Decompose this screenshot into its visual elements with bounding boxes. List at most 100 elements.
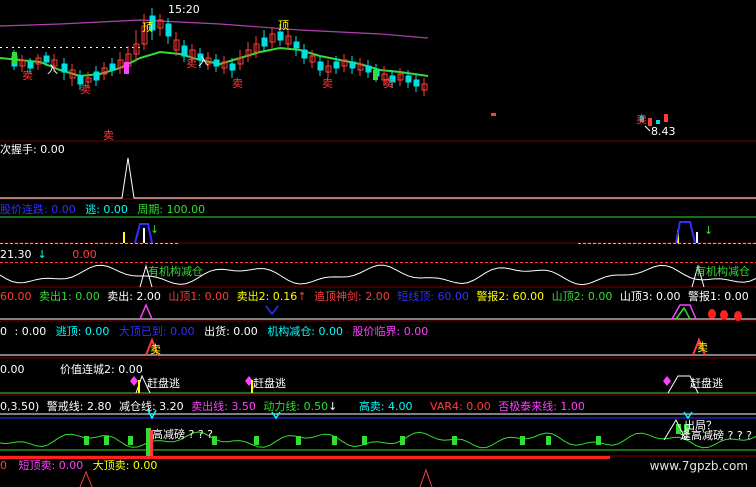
pane3-dotted [650, 262, 653, 263]
pane4-item: 卖出1: 0.00 [39, 290, 100, 303]
pane3-dotted [270, 262, 273, 263]
pane5-item: 股价临界: 0.00 [352, 325, 429, 338]
pane2-dotted [80, 243, 83, 244]
sell-mark: 卖 [322, 77, 333, 90]
pane2-dotted [40, 243, 43, 244]
pane3-dotted [660, 262, 663, 263]
candle-body [277, 31, 284, 41]
pane8-item: 短顶卖: 0.00 [18, 459, 84, 472]
dotted-line [78, 47, 80, 48]
pane3-dotted [720, 262, 723, 263]
pane2-dotted [723, 243, 726, 244]
pane7-item: 减仓线: 3.20 [118, 400, 184, 413]
pane3-dotted [280, 262, 283, 263]
pane3-dotted [520, 262, 523, 263]
pane3-value-b: 0.00 [72, 248, 97, 261]
pane3-dotted [465, 262, 468, 263]
pane3-dotted [445, 262, 448, 263]
chart-canvas[interactable]: ↓ ↓ [0, 0, 756, 487]
dotted-line [84, 47, 86, 48]
pane2-dotted [673, 243, 676, 244]
watermark: www.7gpzb.com [649, 459, 748, 473]
pane4-dot [720, 310, 728, 320]
pane7-bar [596, 436, 601, 445]
pane3-dotted [515, 262, 518, 263]
pane2-item: 逃: 0.00 [85, 203, 128, 216]
pane3-dotted [440, 262, 443, 263]
pane3-dotted [300, 262, 303, 263]
dotted-line [72, 47, 74, 48]
pane2-dotted [668, 243, 671, 244]
pane3-dotted [470, 262, 473, 263]
dotted-line [42, 47, 44, 48]
pane2-dotted [593, 243, 596, 244]
pane2-dotted [603, 243, 606, 244]
pane2-dotted [130, 243, 133, 244]
pane2-dotted [678, 243, 681, 244]
pane3-dotted [150, 262, 153, 263]
dotted-line [24, 47, 26, 48]
escape-tag: 赶盘逃 [253, 377, 286, 390]
pane3-dotted [35, 262, 38, 263]
pane7-bar [128, 436, 133, 445]
pane3-dotted [215, 262, 218, 263]
candle-body [181, 45, 188, 57]
pane2-dotted [658, 243, 661, 244]
pane3-dotted [370, 262, 373, 263]
pane3-dotted [530, 262, 533, 263]
pane3-dotted [130, 262, 133, 263]
arrow-down-icon: ↓ [704, 224, 713, 237]
pane3-dotted [510, 262, 513, 263]
pane4-dot [734, 311, 742, 321]
pane2-dotted [728, 243, 731, 244]
pane2-dotted [718, 243, 721, 244]
reduction-tag: 有机构减仓 [695, 265, 750, 278]
pane3-dotted [120, 262, 123, 263]
pane3-value-a: 21.30 [0, 248, 32, 261]
pane6-legend: 0.00 价值连城2: 0.00 [0, 364, 149, 376]
pane3-dotted [540, 262, 543, 263]
pane3-dotted [55, 262, 58, 263]
sell-tag: 卖 [150, 343, 161, 356]
pane2-dotted [25, 243, 28, 244]
pane3-dotted [700, 262, 703, 263]
pane3-dotted [335, 262, 338, 263]
pane3-dotted [670, 262, 673, 263]
pane3-dotted [630, 262, 633, 263]
candle-body [12, 52, 17, 64]
pane2-dotted [95, 243, 98, 244]
arrow-down-icon: ↓ [150, 223, 159, 236]
pane2-dotted [713, 243, 716, 244]
pane3-dotted [685, 262, 688, 263]
pane2-dotted [170, 243, 173, 244]
pane7-item: VAR4: 0.00 [430, 400, 491, 413]
pane2-dotted [693, 243, 696, 244]
pane3-dotted [610, 262, 613, 263]
pane3-dotted [210, 262, 213, 263]
pane3-dotted [5, 262, 8, 263]
pane2-dotted [150, 243, 153, 244]
reduce-tag: 逢高减磅 ? ? ? [680, 429, 753, 442]
candle-body [293, 41, 300, 49]
sell-mark: 卖 [232, 77, 243, 90]
pane3-dotted [355, 262, 358, 263]
candle-body [405, 75, 412, 83]
candle-body [349, 61, 356, 69]
candle-body [373, 70, 378, 80]
pane2-bar [123, 232, 125, 243]
dotted-line [96, 47, 98, 48]
pane3-dotted [285, 262, 288, 263]
pane2-dotted [613, 243, 616, 244]
diamond-icon [130, 376, 138, 386]
pane3-dotted [290, 262, 293, 263]
pane2-dotted [623, 243, 626, 244]
pane3-dotted [20, 262, 23, 263]
pane3-dotted [665, 262, 668, 263]
candle-body [333, 61, 340, 69]
pane2-dotted [608, 243, 611, 244]
pane2-dotted [698, 243, 701, 244]
pane3-dotted [110, 262, 113, 263]
pane3-dotted [745, 262, 748, 263]
candle-body [61, 63, 68, 73]
pane3-dotted [75, 262, 78, 263]
